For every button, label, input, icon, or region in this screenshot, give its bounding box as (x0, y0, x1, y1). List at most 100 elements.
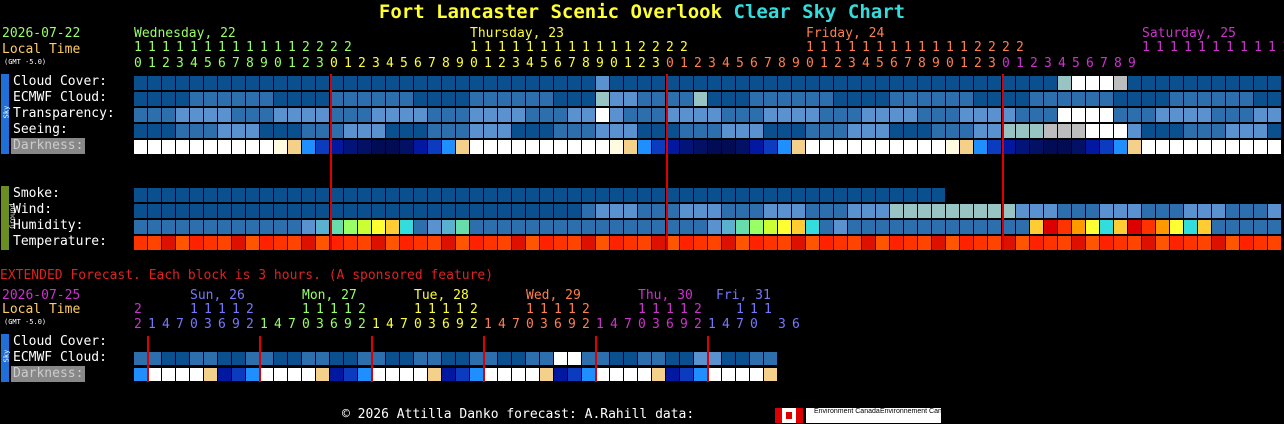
humidity-cell[interactable] (498, 220, 511, 234)
temperature-cell[interactable] (1128, 236, 1141, 250)
humidity-cell[interactable] (638, 220, 651, 234)
humidity-cell[interactable] (386, 220, 399, 234)
transparency-cell[interactable] (918, 108, 931, 122)
wind-cell[interactable] (750, 204, 763, 218)
ext-darkness-cell[interactable] (274, 368, 287, 381)
smoke-cell[interactable] (428, 188, 441, 202)
ecmwf-cloud-cell[interactable] (792, 92, 805, 106)
wind-cell[interactable] (1086, 204, 1099, 218)
smoke-cell[interactable] (148, 188, 161, 202)
transparency-cell[interactable] (932, 108, 945, 122)
seeing-cell[interactable] (204, 124, 217, 138)
temperature-cell[interactable] (806, 236, 819, 250)
temperature-cell[interactable] (680, 236, 693, 250)
darkness-cell[interactable] (442, 140, 455, 154)
seeing-cell[interactable] (1128, 124, 1141, 138)
transparency-cell[interactable] (680, 108, 693, 122)
wind-cell[interactable] (960, 204, 973, 218)
ext-cloud-cell[interactable] (288, 352, 301, 365)
transparency-cell[interactable] (862, 108, 875, 122)
temperature-cell[interactable] (428, 236, 441, 250)
ext-cloud-cell[interactable] (526, 352, 539, 365)
cloud-cover-cell[interactable] (806, 76, 819, 90)
temperature-cell[interactable] (148, 236, 161, 250)
seeing-cell[interactable] (568, 124, 581, 138)
transparency-cell[interactable] (512, 108, 525, 122)
smoke-cell[interactable] (750, 188, 763, 202)
cloud-cover-cell[interactable] (904, 76, 917, 90)
temperature-cell[interactable] (820, 236, 833, 250)
darkness-cell[interactable] (1030, 140, 1043, 154)
ecmwf-cloud-cell[interactable] (176, 92, 189, 106)
humidity-cell[interactable] (1128, 220, 1141, 234)
darkness-cell[interactable] (582, 140, 595, 154)
wind-cell[interactable] (806, 204, 819, 218)
cloud-cover-cell[interactable] (428, 76, 441, 90)
wind-cell[interactable] (610, 204, 623, 218)
seeing-cell[interactable] (778, 124, 791, 138)
humidity-cell[interactable] (358, 220, 371, 234)
darkness-cell[interactable] (1240, 140, 1253, 154)
ecmwf-cloud-cell[interactable] (722, 92, 735, 106)
temperature-cell[interactable] (176, 236, 189, 250)
transparency-cell[interactable] (624, 108, 637, 122)
seeing-cell[interactable] (624, 124, 637, 138)
transparency-cell[interactable] (610, 108, 623, 122)
darkness-cell[interactable] (176, 140, 189, 154)
cloud-cover-cell[interactable] (1240, 76, 1253, 90)
wind-cell[interactable] (568, 204, 581, 218)
transparency-cell[interactable] (904, 108, 917, 122)
temperature-cell[interactable] (456, 236, 469, 250)
darkness-cell[interactable] (246, 140, 259, 154)
transparency-cell[interactable] (176, 108, 189, 122)
cloud-cover-cell[interactable] (834, 76, 847, 90)
temperature-cell[interactable] (582, 236, 595, 250)
cloud-cover-cell[interactable] (1128, 76, 1141, 90)
transparency-cell[interactable] (988, 108, 1001, 122)
transparency-cell[interactable] (1114, 108, 1127, 122)
ext-darkness-cell[interactable] (204, 368, 217, 381)
darkness-cell[interactable] (204, 140, 217, 154)
seeing-cell[interactable] (288, 124, 301, 138)
temperature-cell[interactable] (470, 236, 483, 250)
wind-cell[interactable] (456, 204, 469, 218)
temperature-cell[interactable] (722, 236, 735, 250)
wind-cell[interactable] (204, 204, 217, 218)
seeing-cell[interactable] (1058, 124, 1071, 138)
ext-darkness-cell[interactable] (526, 368, 539, 381)
seeing-cell[interactable] (1114, 124, 1127, 138)
cloud-cover-cell[interactable] (162, 76, 175, 90)
ext-darkness-cell[interactable] (652, 368, 665, 381)
ext-darkness-cell[interactable] (680, 368, 693, 381)
humidity-cell[interactable] (1170, 220, 1183, 234)
ecmwf-cloud-cell[interactable] (526, 92, 539, 106)
temperature-cell[interactable] (190, 236, 203, 250)
darkness-cell[interactable] (568, 140, 581, 154)
humidity-cell[interactable] (680, 220, 693, 234)
wind-cell[interactable] (316, 204, 329, 218)
darkness-cell[interactable] (1044, 140, 1057, 154)
ext-darkness-cell[interactable] (372, 368, 385, 381)
ecmwf-cloud-cell[interactable] (708, 92, 721, 106)
ecmwf-cloud-cell[interactable] (456, 92, 469, 106)
ecmwf-cloud-cell[interactable] (1240, 92, 1253, 106)
cloud-cover-cell[interactable] (1016, 76, 1029, 90)
transparency-cell[interactable] (848, 108, 861, 122)
cloud-cover-cell[interactable] (288, 76, 301, 90)
darkness-cell[interactable] (260, 140, 273, 154)
transparency-cell[interactable] (960, 108, 973, 122)
cloud-cover-cell[interactable] (414, 76, 427, 90)
seeing-cell[interactable] (1086, 124, 1099, 138)
darkness-cell[interactable] (1100, 140, 1113, 154)
darkness-cell[interactable] (162, 140, 175, 154)
smoke-cell[interactable] (358, 188, 371, 202)
wind-cell[interactable] (1226, 204, 1239, 218)
ecmwf-cloud-cell[interactable] (750, 92, 763, 106)
ext-darkness-cell[interactable] (344, 368, 357, 381)
temperature-cell[interactable] (946, 236, 959, 250)
cloud-cover-cell[interactable] (190, 76, 203, 90)
smoke-cell[interactable] (246, 188, 259, 202)
temperature-cell[interactable] (344, 236, 357, 250)
wind-cell[interactable] (708, 204, 721, 218)
temperature-cell[interactable] (778, 236, 791, 250)
